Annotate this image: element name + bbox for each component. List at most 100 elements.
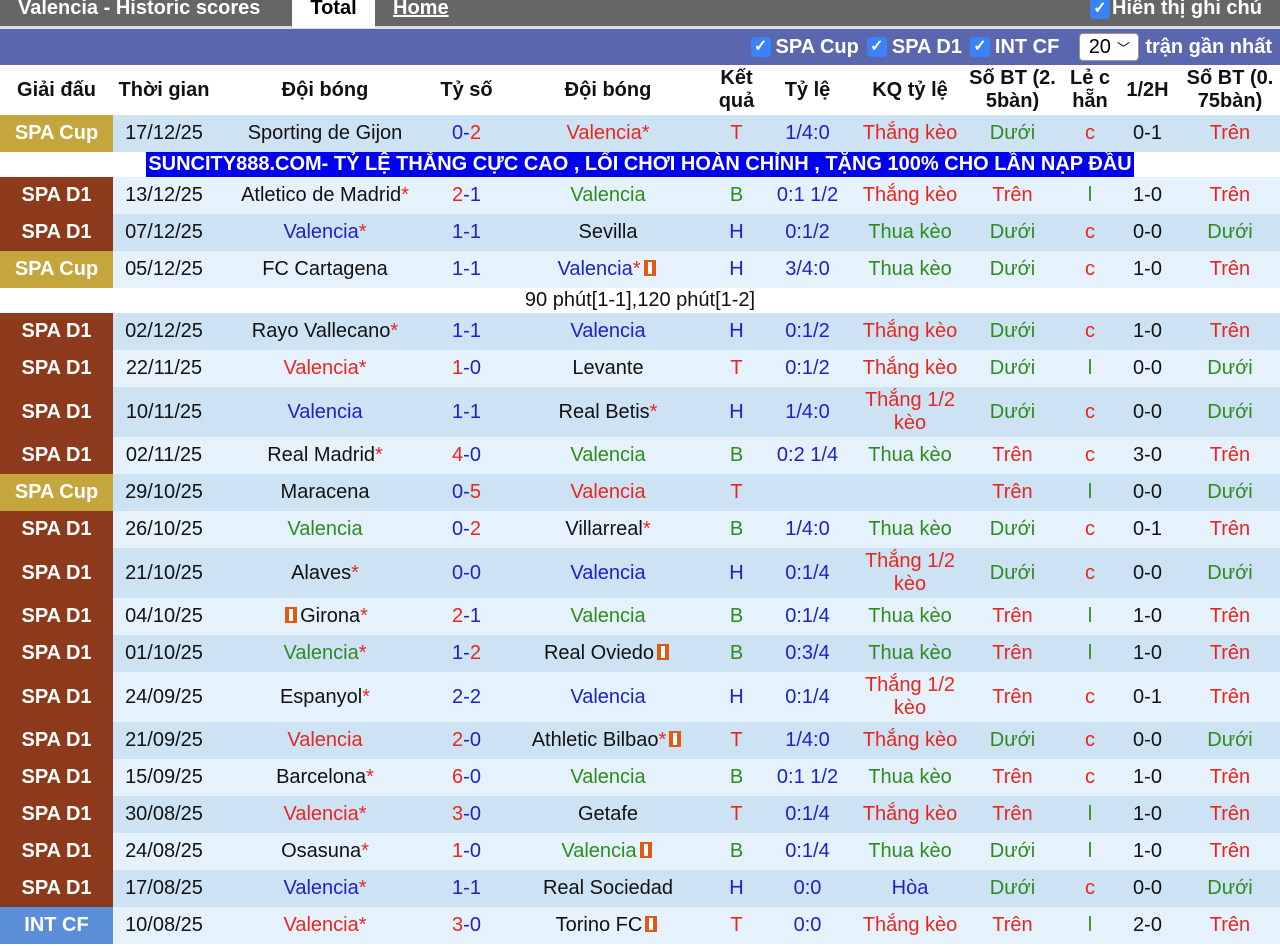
odds-cell: 0:0 (755, 870, 860, 907)
away-team-cell: Levante (498, 350, 718, 387)
team-name[interactable]: Maracena (281, 481, 370, 503)
tab-total[interactable]: Total (292, 0, 375, 28)
filter-spa-d1-checkbox[interactable]: ✓ SPA D1 (866, 36, 962, 59)
odds-value: 0:0 (793, 914, 822, 936)
league-label[interactable]: SPA D1 (21, 605, 91, 627)
team-name[interactable]: Valencia (283, 803, 358, 825)
league-label[interactable]: SPA Cup (15, 122, 98, 144)
away-goals: 2 (469, 518, 481, 540)
table-row: SPA D1 21/10/25 Alaves* 0-0 Valencia H 0:1/4 Th… (0, 548, 1280, 598)
team-name[interactable]: Getafe (578, 803, 638, 825)
league-label[interactable]: SPA D1 (21, 729, 91, 751)
match-date: 17/12/25 (125, 122, 203, 144)
team-name[interactable]: Valencia (566, 122, 641, 144)
over-under-half-cell: Trên (1180, 907, 1280, 944)
team-name[interactable]: Real Oviedo (544, 642, 654, 664)
team-name[interactable]: Real Betis (559, 401, 650, 423)
odds-value: 1/4:0 (785, 400, 830, 423)
filter-int-cf-checkbox[interactable]: ✓ INT CF (969, 36, 1059, 59)
team-name[interactable]: Barcelona (276, 766, 366, 788)
over-under: Dưới (989, 729, 1036, 751)
odd-even: l (1087, 184, 1093, 206)
league-label[interactable]: SPA D1 (21, 803, 91, 825)
team-name[interactable]: Valencia (287, 401, 362, 423)
odds-result: Thắng kèo (862, 122, 958, 144)
team-name[interactable]: Valencia (570, 184, 645, 206)
team-name[interactable]: Villarreal (565, 518, 642, 540)
team-name[interactable]: Valencia (570, 320, 645, 342)
team-name[interactable]: Valencia (283, 877, 358, 899)
odds-result-cell: Thắng kèo (860, 907, 960, 944)
over-under-half-cell: Trên (1180, 177, 1280, 214)
team-name[interactable]: Espanyol (280, 686, 362, 708)
odds-result-cell: Thắng kèo (860, 177, 960, 214)
over-under: Dưới (989, 840, 1036, 862)
league-label[interactable]: SPA D1 (21, 357, 91, 379)
team-name[interactable]: Valencia (287, 518, 362, 540)
match-count-select[interactable]: 20 ﹀ (1079, 33, 1140, 61)
league-label[interactable]: SPA D1 (21, 221, 91, 243)
over-under-half-cell: Trên (1180, 598, 1280, 635)
league-label[interactable]: SPA D1 (21, 877, 91, 899)
team-name[interactable]: Alaves (291, 562, 351, 584)
team-name[interactable]: Real Sociedad (543, 877, 673, 899)
team-name[interactable]: Valencia (570, 481, 645, 503)
team-name[interactable]: Real Madrid (267, 444, 375, 466)
team-name[interactable]: Valencia (570, 686, 645, 708)
team-name[interactable]: Valencia (283, 357, 358, 379)
league-label[interactable]: SPA D1 (21, 320, 91, 342)
league-label[interactable]: INT CF (24, 914, 88, 936)
league-label[interactable]: SPA D1 (21, 444, 91, 466)
show-notes-checkbox[interactable]: ✓ Hiển thị ghi chú (1090, 0, 1262, 20)
matches-table: Giải đấu Thời gian Đội bóng Tỷ số Đội bó… (0, 65, 1280, 944)
team-name[interactable]: Valencia (570, 444, 645, 466)
team-name[interactable]: Valencia (561, 840, 636, 862)
team-name[interactable]: Valencia (283, 914, 358, 936)
team-name[interactable]: Sevilla (579, 221, 638, 243)
ad-banner-link[interactable]: SUNCITY888.COM- TỶ LỆ THẮNG CỰC CAO , LỐ… (146, 152, 1134, 177)
team-name[interactable]: Valencia (570, 766, 645, 788)
over-under-cell: Trên (960, 907, 1065, 944)
result-cell: H (718, 548, 755, 598)
team-name[interactable]: Valencia (287, 729, 362, 751)
match-result: B (729, 518, 744, 540)
half-time-score: 3-0 (1133, 444, 1162, 466)
league-label[interactable]: SPA D1 (21, 686, 91, 708)
team-name[interactable]: Sporting de Gijon (248, 122, 403, 144)
team-name[interactable]: Valencia (570, 562, 645, 584)
team-name[interactable]: Osasuna (281, 840, 361, 862)
date-cell: 21/10/25 (113, 548, 215, 598)
league-label[interactable]: SPA D1 (21, 184, 91, 206)
filter-spa-cup-checkbox[interactable]: ✓ SPA Cup (750, 36, 859, 59)
team-name[interactable]: FC Cartagena (262, 258, 388, 280)
odds-result-cell: Thua kèo (860, 214, 960, 251)
top-bar: Valencia - Historic scores Total Home ✓ H… (0, 0, 1280, 29)
over-under-half-cell: Trên (1180, 251, 1280, 288)
team-name[interactable]: Rayo Vallecano (252, 320, 391, 342)
odd-even: c (1085, 877, 1095, 899)
over-under-half: Trên (1209, 184, 1251, 206)
league-label[interactable]: SPA D1 (21, 840, 91, 862)
team-name[interactable]: Valencia (557, 258, 632, 280)
league-label[interactable]: SPA Cup (15, 258, 98, 280)
team-name[interactable]: Athletic Bilbao (532, 729, 659, 751)
team-name[interactable]: Valencia (570, 605, 645, 627)
table-row: SPA D1 01/10/25 Valencia* 1-2 Real Oviedo B 0:… (0, 635, 1280, 672)
half-time-score: 0-0 (1133, 561, 1162, 584)
league-label[interactable]: SPA Cup (15, 481, 98, 503)
team-name[interactable]: Atletico de Madrid (241, 184, 401, 206)
league-label[interactable]: SPA D1 (21, 562, 91, 584)
home-marker: * (358, 221, 367, 243)
home-team-cell: Valencia* (215, 350, 435, 387)
team-name[interactable]: Valencia (283, 221, 358, 243)
team-name[interactable]: Girona (300, 605, 360, 627)
league-label[interactable]: SPA D1 (21, 401, 91, 423)
away-goals: 1 (469, 400, 481, 423)
league-label[interactable]: SPA D1 (21, 766, 91, 788)
league-label[interactable]: SPA D1 (21, 642, 91, 664)
league-label[interactable]: SPA D1 (21, 518, 91, 540)
tab-home[interactable]: Home (393, 0, 449, 28)
team-name[interactable]: Valencia (283, 642, 358, 664)
team-name[interactable]: Torino FC (556, 914, 643, 936)
team-name[interactable]: Levante (572, 357, 643, 379)
